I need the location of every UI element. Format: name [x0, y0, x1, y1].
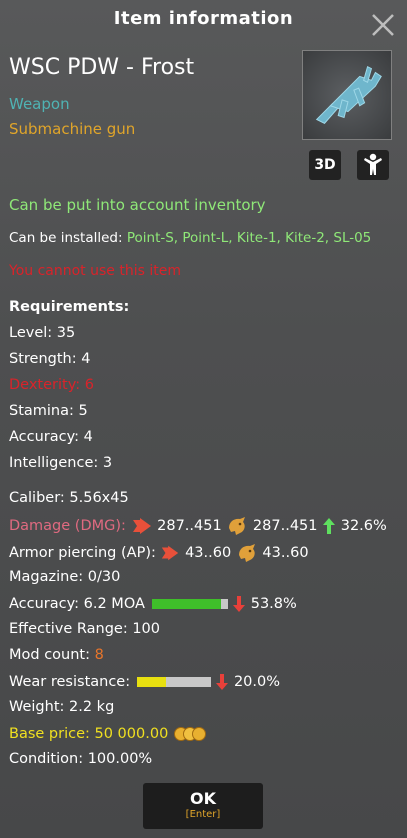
installable-on: Can be installed: Point-S, Point-L, Kite…: [9, 230, 371, 246]
stat-condition: Condition: 100.00%: [9, 751, 153, 767]
accuracy-bar-fill: [151, 599, 222, 609]
item-category: Weapon: [9, 95, 70, 113]
base-price-value: 50 000.00: [94, 726, 169, 742]
damage-value-bullet: 287..451: [157, 518, 222, 534]
arrow-up-icon: [323, 518, 336, 534]
wear-bar-fill: [136, 677, 167, 687]
stat-base-price: Base price: 50 000.00: [9, 725, 207, 743]
arrow-down-icon: [233, 596, 246, 612]
req-intelligence: Intelligence: 3: [9, 455, 113, 471]
cannot-use-warning: You cannot use this item: [9, 263, 181, 279]
stat-magazine: Magazine: 0/30: [9, 569, 121, 585]
stat-caliber: Caliber: 5.56x45: [9, 490, 129, 506]
creature-ap-icon: [238, 544, 255, 562]
item-subcategory: Submachine gun: [9, 120, 136, 138]
bullet-ap-icon: [162, 545, 179, 561]
req-accuracy: Accuracy: 4: [9, 429, 93, 445]
req-dexterity: Dexterity: 6: [9, 377, 94, 393]
accuracy-label: Accuracy: 6.2 MOA: [9, 596, 145, 612]
item-info-dialog: Item information WSC PDW - Frost Weapon …: [0, 0, 407, 838]
stat-damage: Damage (DMG): 287..451 287..451 32.6%: [9, 516, 387, 536]
wear-label: Wear resistance:: [9, 674, 131, 690]
ok-label: OK: [190, 789, 216, 808]
ok-shortcut-hint: [Enter]: [185, 809, 221, 820]
installable-label: Can be installed:: [9, 230, 123, 246]
damage-value-creature: 287..451: [252, 518, 318, 534]
installable-list: Point-S, Point-L, Kite-1, Kite-2, SL-05: [126, 230, 372, 246]
figure-icon: [364, 153, 382, 175]
mod-count-label: Mod count:: [9, 647, 90, 663]
ap-value-creature: 43..60: [262, 545, 309, 561]
base-price-label: Base price:: [9, 726, 90, 742]
item-name: WSC PDW - Frost: [9, 55, 195, 80]
stat-armor-piercing: Armor piercing (AP): 43..60 43..60: [9, 543, 309, 563]
damage-label: Damage (DMG):: [9, 518, 126, 534]
dialog-title: Item information: [113, 8, 294, 29]
creature-damage-icon: [229, 517, 246, 535]
character-preview-button[interactable]: [357, 150, 389, 180]
item-thumbnail: [302, 50, 392, 140]
close-icon[interactable]: [370, 12, 396, 38]
stat-mod-count: Mod count: 8: [9, 647, 104, 663]
req-strength: Strength: 4: [9, 351, 91, 367]
smg-icon: [315, 65, 382, 124]
mod-count-value: 8: [94, 647, 104, 663]
accuracy-change: 53.8%: [250, 596, 297, 612]
requirements-header: Requirements:: [9, 299, 130, 315]
ap-value-bullet: 43..60: [185, 545, 232, 561]
account-inventory-note: Can be put into account inventory: [9, 196, 266, 214]
damage-change: 32.6%: [340, 518, 387, 534]
stat-wear-resistance: Wear resistance: 20.0%: [9, 673, 280, 691]
ap-label: Armor piercing (AP):: [9, 545, 156, 561]
arrow-down-icon: [216, 674, 229, 690]
accuracy-bar: [151, 599, 228, 609]
stat-accuracy: Accuracy: 6.2 MOA 53.8%: [9, 595, 297, 613]
view-3d-button[interactable]: 3D: [309, 150, 341, 180]
req-level: Level: 35: [9, 325, 76, 341]
req-stamina: Stamina: 5: [9, 403, 88, 419]
stat-effective-range: Effective Range: 100: [9, 621, 160, 637]
stat-weight: Weight: 2.2 kg: [9, 699, 115, 715]
wear-change: 20.0%: [233, 674, 281, 690]
wear-bar: [136, 677, 211, 687]
bullet-damage-icon: [132, 518, 151, 534]
ok-button[interactable]: OK [Enter]: [143, 783, 263, 829]
coins-icon: [173, 727, 206, 741]
